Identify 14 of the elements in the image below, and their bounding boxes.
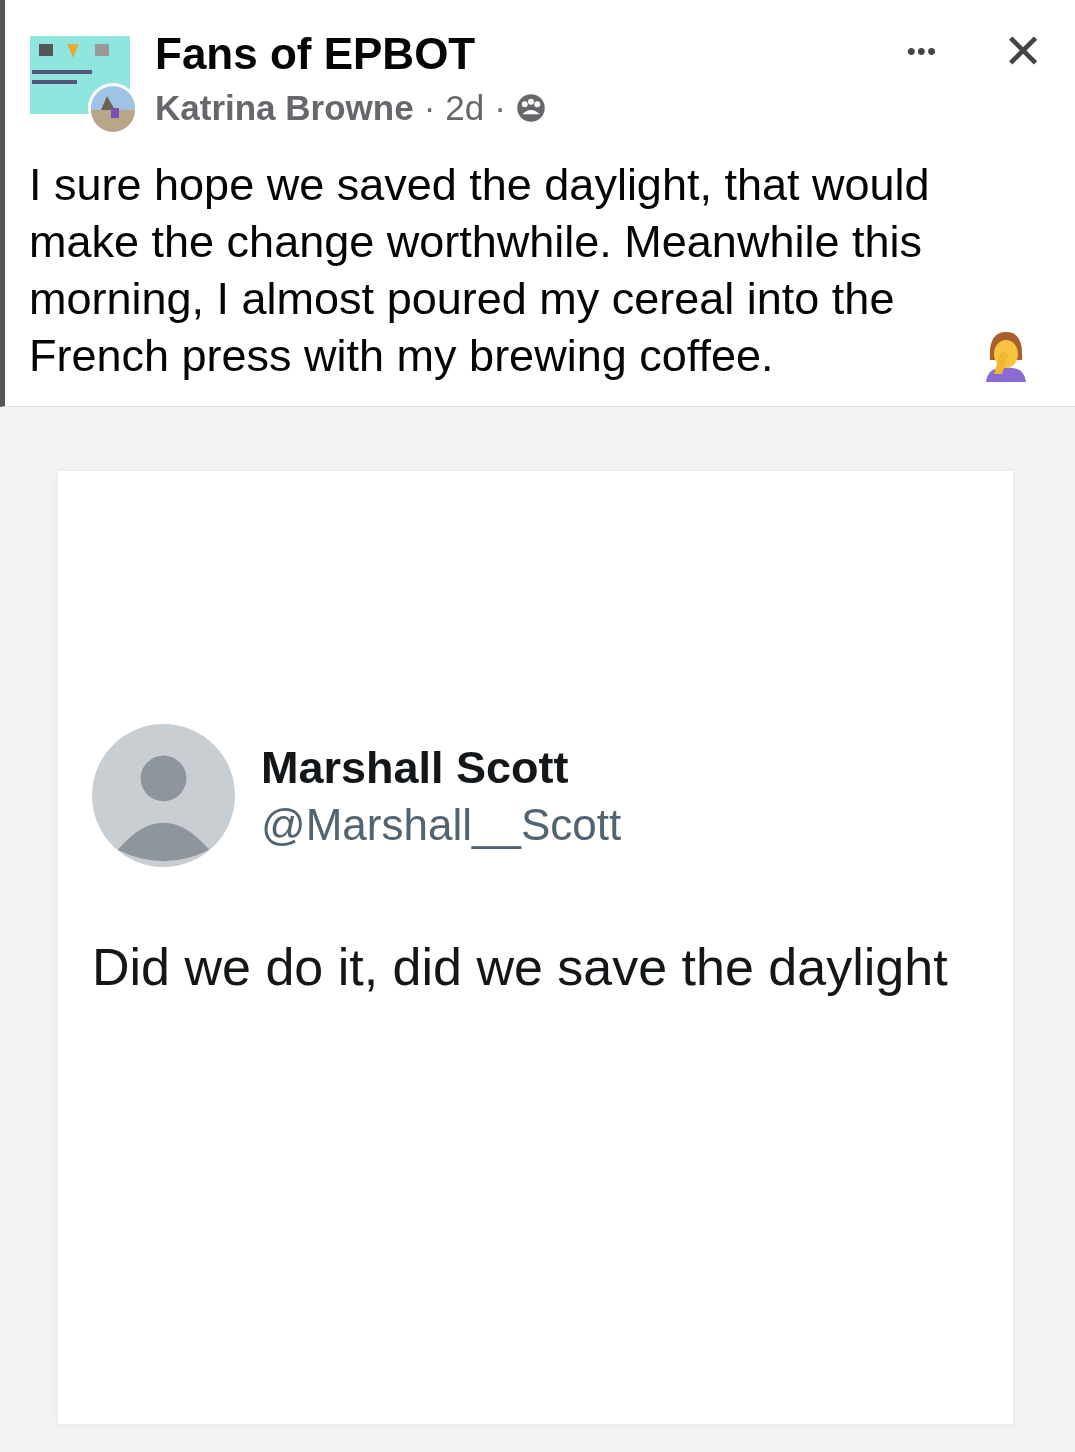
group-name[interactable]: Fans of EPBOT xyxy=(155,26,899,82)
separator: · xyxy=(494,88,506,128)
author-name[interactable]: Katrina Browne xyxy=(155,88,414,128)
post-text: I sure hope we saved the daylight, that would make the change worthwhile. Meanwhile this morning, I almost poured my cereal into the French press with my brewing coffee. xyxy=(29,158,931,383)
facepalm-icon xyxy=(984,330,1028,382)
more-button[interactable]: ••• xyxy=(898,36,945,67)
close-button[interactable]: ✕ xyxy=(995,26,1051,78)
group-icon xyxy=(515,93,546,123)
separator: · xyxy=(423,88,436,128)
post-time[interactable]: 2d xyxy=(445,88,485,128)
tweet-text: Did we do it, did we save the daylight xyxy=(92,937,949,997)
tweet-author-name: Marshall Scott xyxy=(261,741,570,794)
avatar-icon xyxy=(92,724,235,867)
tweet-handle: @Marshall__Scott xyxy=(261,799,622,850)
